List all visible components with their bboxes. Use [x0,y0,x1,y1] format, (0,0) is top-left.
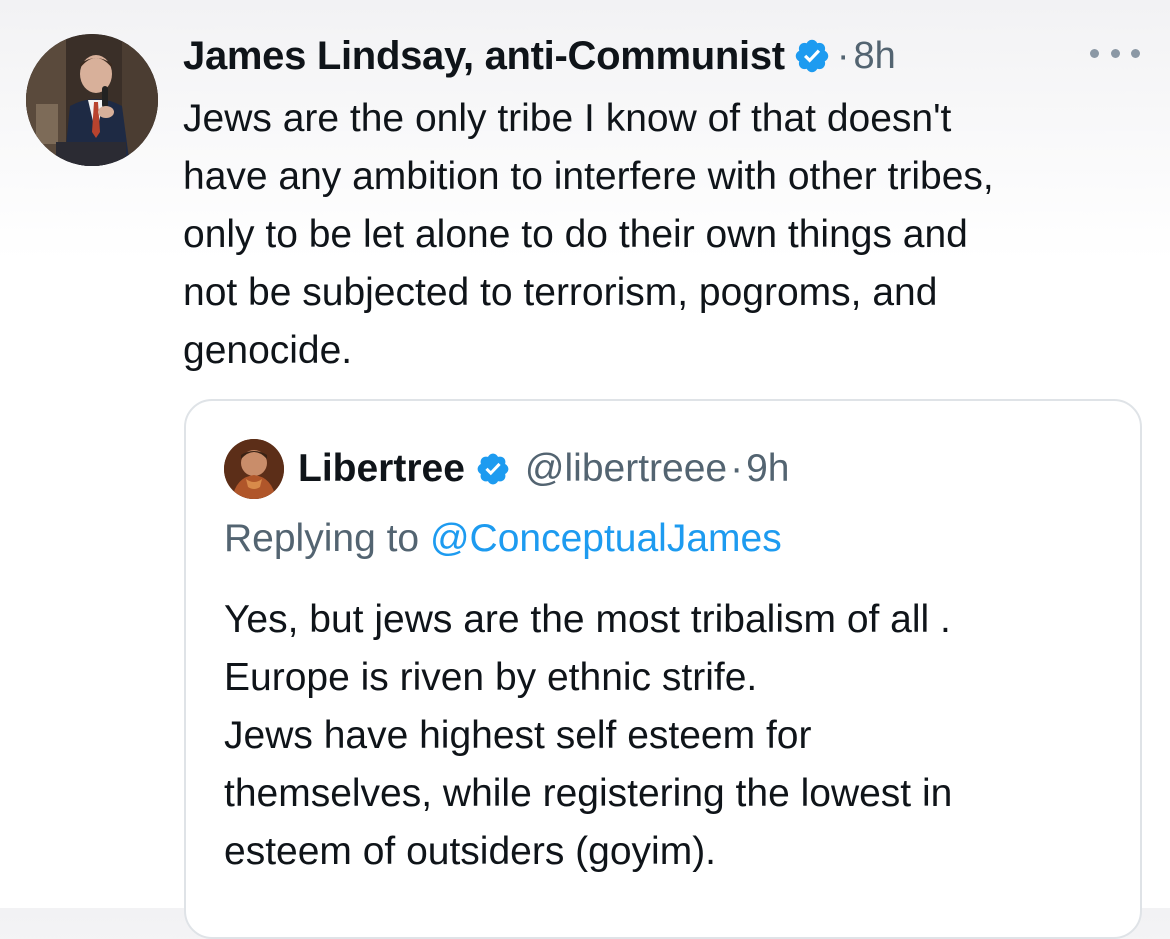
tweet-text: Jews are the only tribe I know of that d… [183,97,994,372]
quoted-tweet-card[interactable]: Libertree @libertreee · 9h Replying to @… [184,399,1142,939]
replying-to-line: Replying to @ConceptualJames [224,517,782,561]
tweet[interactable]: James Lindsay, anti-Communist · 8h Jews … [0,0,1170,939]
quoted-author-handle[interactable]: @libertreee [525,447,727,491]
quoted-header-separator: · [730,447,744,490]
tweet-header: James Lindsay, anti-Communist · 8h [183,28,896,84]
quoted-tweet-timestamp[interactable]: 9h [746,447,789,491]
more-options-icon[interactable] [1090,38,1140,68]
replying-to-mention-link[interactable]: @ConceptualJames [430,517,782,560]
quoted-author-avatar[interactable] [224,439,284,499]
quoted-author-name[interactable]: Libertree [298,447,465,491]
verified-badge-icon[interactable] [475,451,511,487]
author-name[interactable]: James Lindsay, anti-Communist [183,34,785,79]
author-avatar[interactable] [26,34,158,166]
verified-badge-icon[interactable] [793,37,831,75]
tweet-timestamp[interactable]: 8h [853,35,895,78]
replying-to-label: Replying to [224,517,430,560]
quoted-tweet-text: Yes, but jews are the most tribalism of … [224,598,953,873]
quoted-tweet-header: Libertree @libertreee · 9h [298,439,789,499]
avatar-image [26,34,158,166]
header-separator: · [836,34,850,77]
quoted-avatar-image [224,439,284,499]
